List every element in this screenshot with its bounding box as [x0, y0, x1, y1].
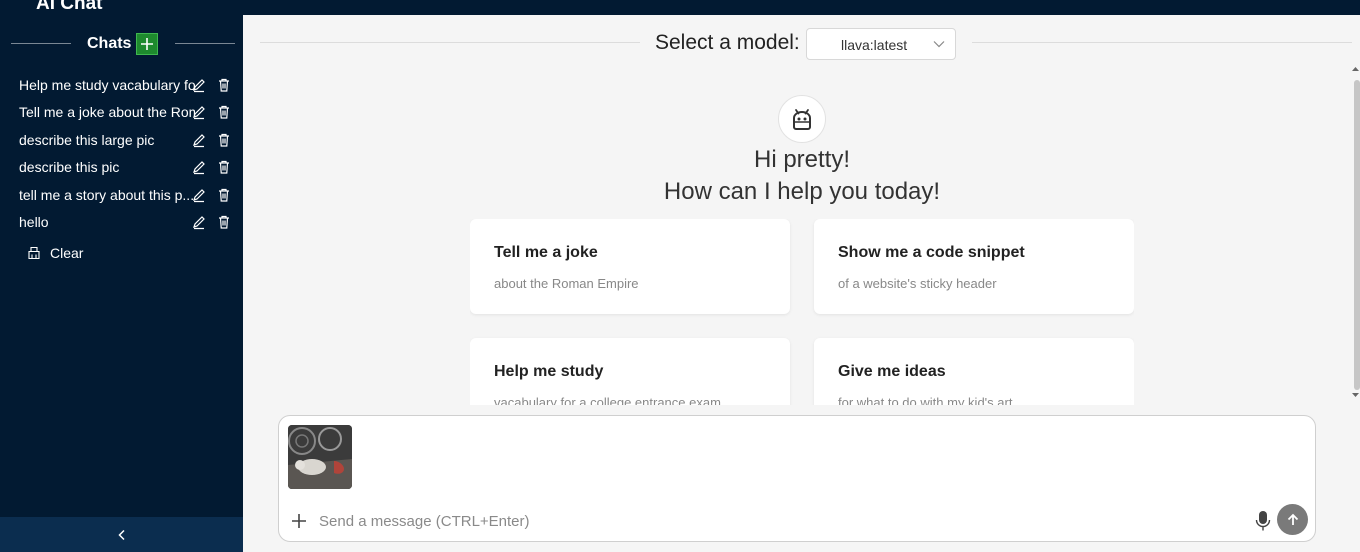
suggestions: Tell me a joke about the Roman Empire Sh… — [470, 219, 1134, 405]
suggestion-title: Give me ideas — [838, 363, 946, 380]
trash-icon[interactable] — [216, 159, 232, 175]
collapse-sidebar-button[interactable] — [0, 517, 243, 552]
chat-item[interactable]: Tell me a joke about the Roman — [0, 98, 243, 125]
suggestion-subtitle: for what to do with my kid's art — [838, 395, 1013, 405]
clear-button[interactable]: Clear — [27, 243, 83, 263]
chat-item[interactable]: Help me study vacabulary for — [0, 71, 243, 98]
edit-icon[interactable] — [191, 187, 207, 203]
chat-title: hello — [19, 213, 49, 230]
suggestion-subtitle: vacabulary for a college entrance exam — [494, 395, 721, 405]
arrow-up-icon — [1287, 513, 1298, 525]
scroll-down-icon[interactable] — [1351, 391, 1360, 399]
chat-title: describe this large pic — [19, 131, 155, 148]
suggestion-subtitle: of a website's sticky header — [838, 276, 997, 291]
model-label: Select a model: — [655, 31, 800, 54]
scrollbar-thumb[interactable] — [1354, 80, 1360, 390]
suggestion-title: Help me study — [494, 363, 604, 380]
trash-icon[interactable] — [216, 77, 232, 93]
model-bar: Select a model: llava:latest — [260, 28, 1352, 60]
sidebar: AI Chat Chats Help me study vacabulary f… — [0, 0, 243, 552]
trash-icon[interactable] — [216, 104, 232, 120]
trash-icon[interactable] — [216, 187, 232, 203]
chats-header: Chats — [11, 33, 235, 55]
suggestion-card[interactable]: Show me a code snippet of a website's st… — [814, 219, 1134, 314]
chat-list: Help me study vacabulary for Tell me a j… — [0, 71, 243, 235]
attached-image — [288, 425, 352, 489]
message-composer — [278, 415, 1316, 542]
chat-item[interactable]: hello — [0, 208, 243, 235]
divider — [260, 42, 640, 43]
model-select-value: llava:latest — [841, 37, 908, 53]
attached-image-thumbnail[interactable] — [288, 425, 352, 489]
trash-icon[interactable] — [216, 214, 232, 230]
chat-title: describe this pic — [19, 159, 120, 176]
android-robot-icon — [793, 109, 811, 130]
edit-icon[interactable] — [191, 132, 207, 148]
suggestion-card[interactable]: Give me ideas for what to do with my kid… — [814, 338, 1134, 405]
clear-label: Clear — [50, 245, 84, 261]
scroll-up-icon[interactable] — [1351, 65, 1360, 73]
chevron-down-icon — [933, 41, 945, 48]
plus-icon — [141, 38, 153, 50]
chat-item[interactable]: tell me a story about this p... — [0, 181, 243, 208]
bot-avatar — [778, 95, 826, 143]
chat-title: tell me a story about this p... — [19, 186, 195, 203]
chats-label: Chats — [87, 35, 132, 52]
suggestion-title: Tell me a joke — [494, 244, 598, 261]
send-button[interactable] — [1277, 504, 1308, 535]
trash-icon[interactable] — [216, 132, 232, 148]
suggestion-subtitle: about the Roman Empire — [494, 276, 639, 291]
divider — [972, 42, 1352, 43]
edit-icon[interactable] — [191, 159, 207, 175]
edit-icon[interactable] — [191, 77, 207, 93]
app-title: AI Chat — [36, 0, 103, 14]
message-input[interactable] — [319, 509, 1239, 533]
edit-icon[interactable] — [191, 104, 207, 120]
chat-title: Help me study vacabulary for — [19, 77, 195, 93]
greeting-title: Hi pretty! — [753, 146, 851, 173]
suggestion-card[interactable]: Help me study vacabulary for a college e… — [470, 338, 790, 405]
greeting-subtitle: How can I help you today! — [663, 178, 941, 205]
attach-plus-icon[interactable] — [290, 512, 308, 530]
new-chat-button[interactable] — [136, 33, 158, 55]
chat-title: Tell me a joke about the Roman — [19, 104, 195, 121]
broom-icon — [28, 246, 40, 260]
suggestion-card[interactable]: Tell me a joke about the Roman Empire — [470, 219, 790, 314]
divider — [11, 43, 71, 44]
edit-icon[interactable] — [191, 214, 207, 230]
suggestion-title: Show me a code snippet — [838, 244, 1025, 261]
chevron-left-icon — [117, 529, 125, 540]
chat-item[interactable]: describe this large pic — [0, 126, 243, 153]
divider — [175, 43, 235, 44]
chat-item[interactable]: describe this pic — [0, 153, 243, 180]
model-select[interactable]: llava:latest — [806, 28, 956, 60]
microphone-icon[interactable] — [1255, 510, 1271, 532]
